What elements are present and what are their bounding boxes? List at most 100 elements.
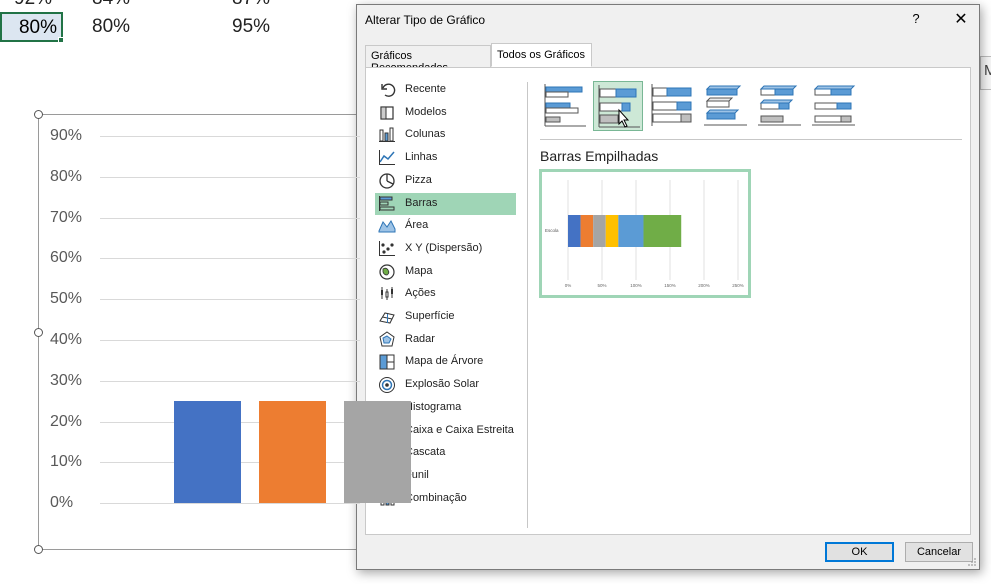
category-item-radar[interactable]: Radar xyxy=(375,329,516,351)
surface-chart-icon xyxy=(379,312,395,324)
preview-x-tick-label: 200% xyxy=(698,283,710,288)
category-label: Radar xyxy=(405,332,435,345)
category-label: Histograma xyxy=(405,400,462,413)
y-axis-tick-label: 70% xyxy=(50,208,83,226)
preview-x-tick-label: 50% xyxy=(597,283,606,288)
gridline xyxy=(100,217,360,219)
preview-x-tick-label: 150% xyxy=(664,283,676,288)
ok-button[interactable]: OK xyxy=(825,542,894,562)
close-button[interactable]: ✕ xyxy=(953,9,969,29)
y-axis-tick-label: 0% xyxy=(50,494,74,512)
y-axis-tick-label: 10% xyxy=(50,453,83,471)
category-label: Superfície xyxy=(405,310,455,322)
chart-preview[interactable]: 0% 50% 100% 150% 200% 250% Escola xyxy=(539,169,751,298)
scatter-chart-icon xyxy=(379,240,395,256)
preview-bar-segment xyxy=(568,215,581,247)
category-item-stock[interactable]: Ações xyxy=(375,283,516,305)
category-item-treemap[interactable]: Mapa de Árvore xyxy=(375,351,516,373)
category-item-scatter[interactable]: X Y (Dispersão) xyxy=(375,238,516,260)
pie-chart-icon xyxy=(379,173,395,189)
category-item-map[interactable]: Mapa xyxy=(375,261,516,283)
y-axis-tick-label: 90% xyxy=(50,127,83,144)
chart-bar[interactable] xyxy=(344,401,411,504)
cancel-button[interactable]: Cancelar xyxy=(905,542,973,562)
stacked-bar-icon xyxy=(598,85,640,128)
category-label: Linhas xyxy=(405,151,438,164)
3d-100-stacked-bar-option[interactable] xyxy=(809,81,859,131)
gridline xyxy=(100,136,360,137)
3d-stacked-bar-option[interactable] xyxy=(755,81,805,131)
stock-chart-icon xyxy=(381,287,393,301)
category-label: Explosão Solar xyxy=(405,378,479,391)
cell-value: 80% xyxy=(18,17,57,38)
100-stacked-bar-option[interactable] xyxy=(647,81,697,131)
gridline xyxy=(100,340,360,341)
map-chart-icon xyxy=(379,263,395,280)
clustered-bar-option[interactable] xyxy=(540,81,590,131)
cell-value[interactable]: 92% xyxy=(14,0,52,10)
category-item-surface[interactable]: Superfície xyxy=(375,306,516,328)
preview-bar-segment xyxy=(618,215,644,247)
category-item-sunburst[interactable]: Explosão Solar xyxy=(375,374,516,396)
y-axis-tick-label: 40% xyxy=(50,331,83,348)
category-label: X Y (Dispersão) xyxy=(405,241,483,254)
chart-subtype-name: Barras Empilhadas xyxy=(540,148,659,164)
category-item-templates[interactable]: Modelos xyxy=(375,102,516,124)
category-label: Ações xyxy=(405,287,436,300)
category-item-area[interactable]: Área xyxy=(375,215,516,237)
preview-bar-segment xyxy=(580,215,594,247)
sunburst-chart-icon xyxy=(379,377,395,394)
gridline xyxy=(100,380,360,382)
category-item-pie[interactable]: Pizza xyxy=(375,170,516,192)
category-label: Recente xyxy=(405,83,446,95)
divider xyxy=(527,82,528,528)
category-label: Barras xyxy=(405,196,438,209)
category-item-column[interactable]: Colunas xyxy=(375,124,516,146)
gridline xyxy=(100,299,360,301)
chart-bar[interactable] xyxy=(174,401,241,504)
fill-handle[interactable] xyxy=(58,37,64,43)
change-chart-type-dialog: Alterar Tipo de Gráfico ? ✕ Gráficos Rec… xyxy=(356,4,980,570)
3d-clustered-bar-option[interactable] xyxy=(701,81,751,131)
cell-value[interactable]: 87% xyxy=(232,0,270,10)
resize-grip-icon[interactable] xyxy=(967,557,977,567)
chart-bar[interactable] xyxy=(259,401,326,504)
y-axis-tick-label: 20% xyxy=(50,412,83,430)
cell-value[interactable]: 80% xyxy=(92,16,130,38)
category-label: Caixa e Caixa Estreita xyxy=(405,423,514,436)
radar-chart-icon xyxy=(379,331,395,347)
preview-bar-segment xyxy=(643,215,682,247)
category-item-line[interactable]: Linhas xyxy=(375,147,516,169)
y-axis-tick-label: 50% xyxy=(50,290,83,308)
preview-category-label: Escola xyxy=(545,228,559,233)
cell-value[interactable]: 84% xyxy=(92,0,130,10)
tab-all-charts[interactable]: Todos os Gráficos xyxy=(491,43,592,67)
y-axis-tick-label: 60% xyxy=(50,249,83,267)
3d-100-stacked-bar-icon xyxy=(812,85,856,126)
preview-x-tick-label: 250% xyxy=(732,283,744,288)
category-item-recent[interactable]: Recente xyxy=(375,79,516,101)
cell-value[interactable]: 95% xyxy=(232,16,270,38)
category-label: Mapa xyxy=(405,264,433,277)
tab-recommended-charts[interactable]: Gráficos Recomendados xyxy=(365,45,491,74)
category-label: Pizza xyxy=(405,173,432,186)
3d-stacked-bar-icon xyxy=(758,85,801,126)
category-label: Modelos xyxy=(405,105,447,118)
preview-x-tick-label: 100% xyxy=(630,283,642,288)
chart-resize-handle[interactable] xyxy=(34,328,43,337)
dialog-title: Alterar Tipo de Gráfico xyxy=(365,13,486,27)
stacked-bar-option[interactable] xyxy=(593,81,643,131)
selected-cell[interactable]: 80% xyxy=(0,12,63,42)
y-axis-tick-label: 30% xyxy=(50,371,83,389)
preview-bar-segment xyxy=(605,215,619,247)
treemap-chart-icon xyxy=(379,354,395,370)
chart-resize-handle[interactable] xyxy=(34,545,43,554)
help-button[interactable]: ? xyxy=(909,11,923,26)
line-chart-icon xyxy=(379,150,395,166)
chart-resize-handle[interactable] xyxy=(34,110,43,119)
category-item-bar[interactable]: Barras xyxy=(375,192,516,215)
column-chart-icon xyxy=(379,127,395,143)
templates-icon xyxy=(380,106,394,120)
category-label: Cascata xyxy=(405,446,446,459)
all-charts-panel: Recente Modelos Colunas Linhas Pizza Barras Ár… xyxy=(365,67,971,535)
